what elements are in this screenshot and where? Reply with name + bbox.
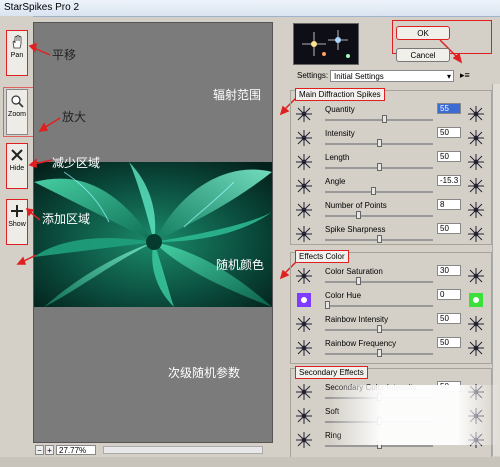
value-field[interactable]: 50: [437, 223, 461, 234]
slider-label: Spike Sharpness: [325, 225, 386, 234]
spike-result-icon: [467, 267, 485, 285]
slider-label: Number of Points: [325, 201, 387, 210]
main-row-spike-sharpness: Spike Sharpness 50: [291, 223, 491, 247]
main-row-number-of-points: Number of Points 8: [291, 199, 491, 223]
zoom-bar: − + 27.77%: [33, 445, 273, 457]
value-field[interactable]: -15.3: [437, 175, 461, 186]
main-row-quantity: Quantity 55: [291, 103, 491, 127]
effects-row-color-hue: Color Hue 0: [291, 289, 491, 313]
spike-preview-icon: [295, 105, 315, 123]
value-field[interactable]: 30: [437, 265, 461, 276]
effects-row-rainbow-frequency: Rainbow Frequency 50: [291, 337, 491, 361]
slider-thumb[interactable]: [381, 115, 387, 123]
spike-preview-icon: [295, 431, 315, 449]
main-row-angle: Angle -15.3: [291, 175, 491, 199]
spike-preview-icon: [295, 315, 315, 333]
slider-label: Color Saturation: [325, 267, 383, 276]
main-row-intensity: Intensity 50: [291, 127, 491, 151]
spike-result-icon: [467, 225, 485, 243]
spike-preview-icon: [295, 129, 315, 147]
spike-preview-icon: [295, 339, 315, 357]
spike-preview-icon: [295, 291, 315, 309]
value-field[interactable]: 55: [437, 103, 461, 114]
slider-track[interactable]: [325, 119, 433, 121]
slider-label: Quantity: [325, 105, 355, 114]
slider-label: Angle: [325, 177, 346, 186]
slider-track[interactable]: [325, 191, 433, 193]
slider-label: Rainbow Frequency: [325, 339, 397, 348]
value-field[interactable]: 50: [437, 337, 461, 348]
starspikes-thumbnail: [293, 23, 359, 65]
spike-preview-icon: [295, 267, 315, 285]
slider-thumb[interactable]: [355, 211, 361, 219]
slider-label: Rainbow Intensity: [325, 315, 389, 324]
spike-preview-icon: [295, 407, 315, 425]
settings-dropdown[interactable]: Initial Settings ▾: [330, 70, 454, 82]
spike-preview-icon: [295, 225, 315, 243]
status-strip: [0, 457, 500, 467]
slider-label: Color Hue: [325, 291, 362, 300]
value-field[interactable]: 50: [437, 127, 461, 138]
spike-result-icon: [467, 201, 485, 219]
spike-preview-icon: [295, 177, 315, 195]
spike-preview-icon: [295, 153, 315, 171]
horizontal-scrollbar[interactable]: [103, 446, 263, 454]
slider-label: Length: [325, 153, 350, 162]
main-spikes-group: Main Diffraction Spikes Quantity 55 Intens…: [290, 88, 492, 247]
obscuring-overlay: [330, 385, 500, 445]
slider-label: Intensity: [325, 129, 355, 138]
spike-preview-icon: [295, 383, 315, 401]
slider-track[interactable]: [325, 215, 433, 217]
spike-result-icon: [467, 339, 485, 357]
settings-menu-icon[interactable]: ▸≡: [460, 70, 470, 81]
slider-thumb[interactable]: [355, 277, 361, 285]
settings-label: Settings:: [297, 71, 329, 80]
effects-color-group: Effects Color Color Saturation 30 Color Hu…: [290, 250, 492, 364]
chevron-down-icon: ▾: [446, 72, 451, 81]
value-field[interactable]: 8: [437, 199, 461, 210]
slider-thumb[interactable]: [325, 301, 330, 309]
spike-result-icon: [467, 105, 485, 123]
value-field[interactable]: 50: [437, 151, 461, 162]
slider-thumb[interactable]: [376, 139, 382, 147]
slider-thumb[interactable]: [376, 349, 382, 357]
spike-preview-icon: [295, 201, 315, 219]
zoom-out-button[interactable]: −: [35, 445, 44, 455]
zoom-in-button[interactable]: +: [45, 445, 54, 455]
zoom-level-field[interactable]: 27.77%: [56, 445, 96, 455]
slider-track[interactable]: [325, 281, 433, 283]
settings-value: Initial Settings: [334, 72, 384, 81]
effects-row-rainbow-intensity: Rainbow Intensity 50: [291, 313, 491, 337]
slider-thumb[interactable]: [376, 325, 382, 333]
spike-result-icon: [467, 129, 485, 147]
slider-track[interactable]: [325, 305, 433, 307]
spike-result-icon: [467, 291, 485, 309]
effects-color-title: Effects Color: [295, 250, 349, 263]
main-spikes-title: Main Diffraction Spikes: [295, 88, 385, 101]
cancel-button[interactable]: Cancel: [396, 48, 450, 62]
slider-thumb[interactable]: [376, 163, 382, 171]
spike-result-icon: [467, 153, 485, 171]
spike-result-icon: [467, 315, 485, 333]
secondary-effects-title: Secondary Effects: [295, 366, 368, 379]
main-row-length: Length 50: [291, 151, 491, 175]
spike-result-icon: [467, 177, 485, 195]
value-field[interactable]: 50: [437, 313, 461, 324]
slider-thumb[interactable]: [371, 187, 377, 195]
slider-thumb[interactable]: [376, 235, 382, 243]
value-field[interactable]: 0: [437, 289, 461, 300]
effects-row-color-saturation: Color Saturation 30: [291, 265, 491, 289]
